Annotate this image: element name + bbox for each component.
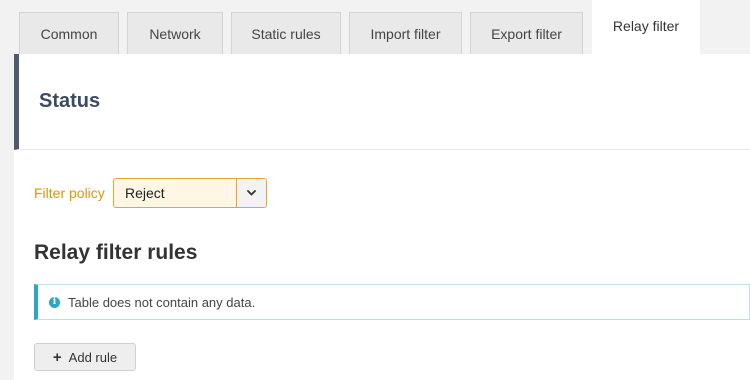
add-rule-label: Add rule	[68, 349, 118, 365]
relay-filter-panel: Status Filter policy Reject Relay filter…	[14, 54, 750, 380]
dropdown-toggle[interactable]	[236, 179, 266, 207]
tab-network[interactable]: Network	[127, 12, 223, 55]
status-title: Status	[39, 90, 101, 112]
empty-table-alert: i Table does not contain any data.	[34, 284, 750, 320]
chevron-down-icon	[247, 190, 256, 196]
tab-relay-filter[interactable]: Relay filter	[592, 0, 700, 55]
tab-common[interactable]: Common	[19, 12, 119, 55]
tab-export-filter[interactable]: Export filter	[470, 12, 583, 55]
relay-filter-rules-title: Relay filter rules	[34, 241, 198, 264]
info-icon: i	[49, 296, 60, 308]
empty-table-message: Table does not contain any data.	[68, 294, 256, 310]
filter-policy-value: Reject	[125, 185, 165, 201]
filter-policy-label: Filter policy	[34, 185, 105, 201]
add-rule-button[interactable]: + Add rule	[34, 343, 136, 371]
tab-static-rules[interactable]: Static rules	[231, 12, 341, 55]
tab-import-filter[interactable]: Import filter	[349, 12, 462, 55]
plus-icon: +	[52, 348, 62, 366]
status-section: Status	[14, 54, 750, 150]
filter-policy-select[interactable]: Reject	[113, 178, 267, 208]
tab-bar: Common Network Static rules Import filte…	[0, 0, 750, 55]
